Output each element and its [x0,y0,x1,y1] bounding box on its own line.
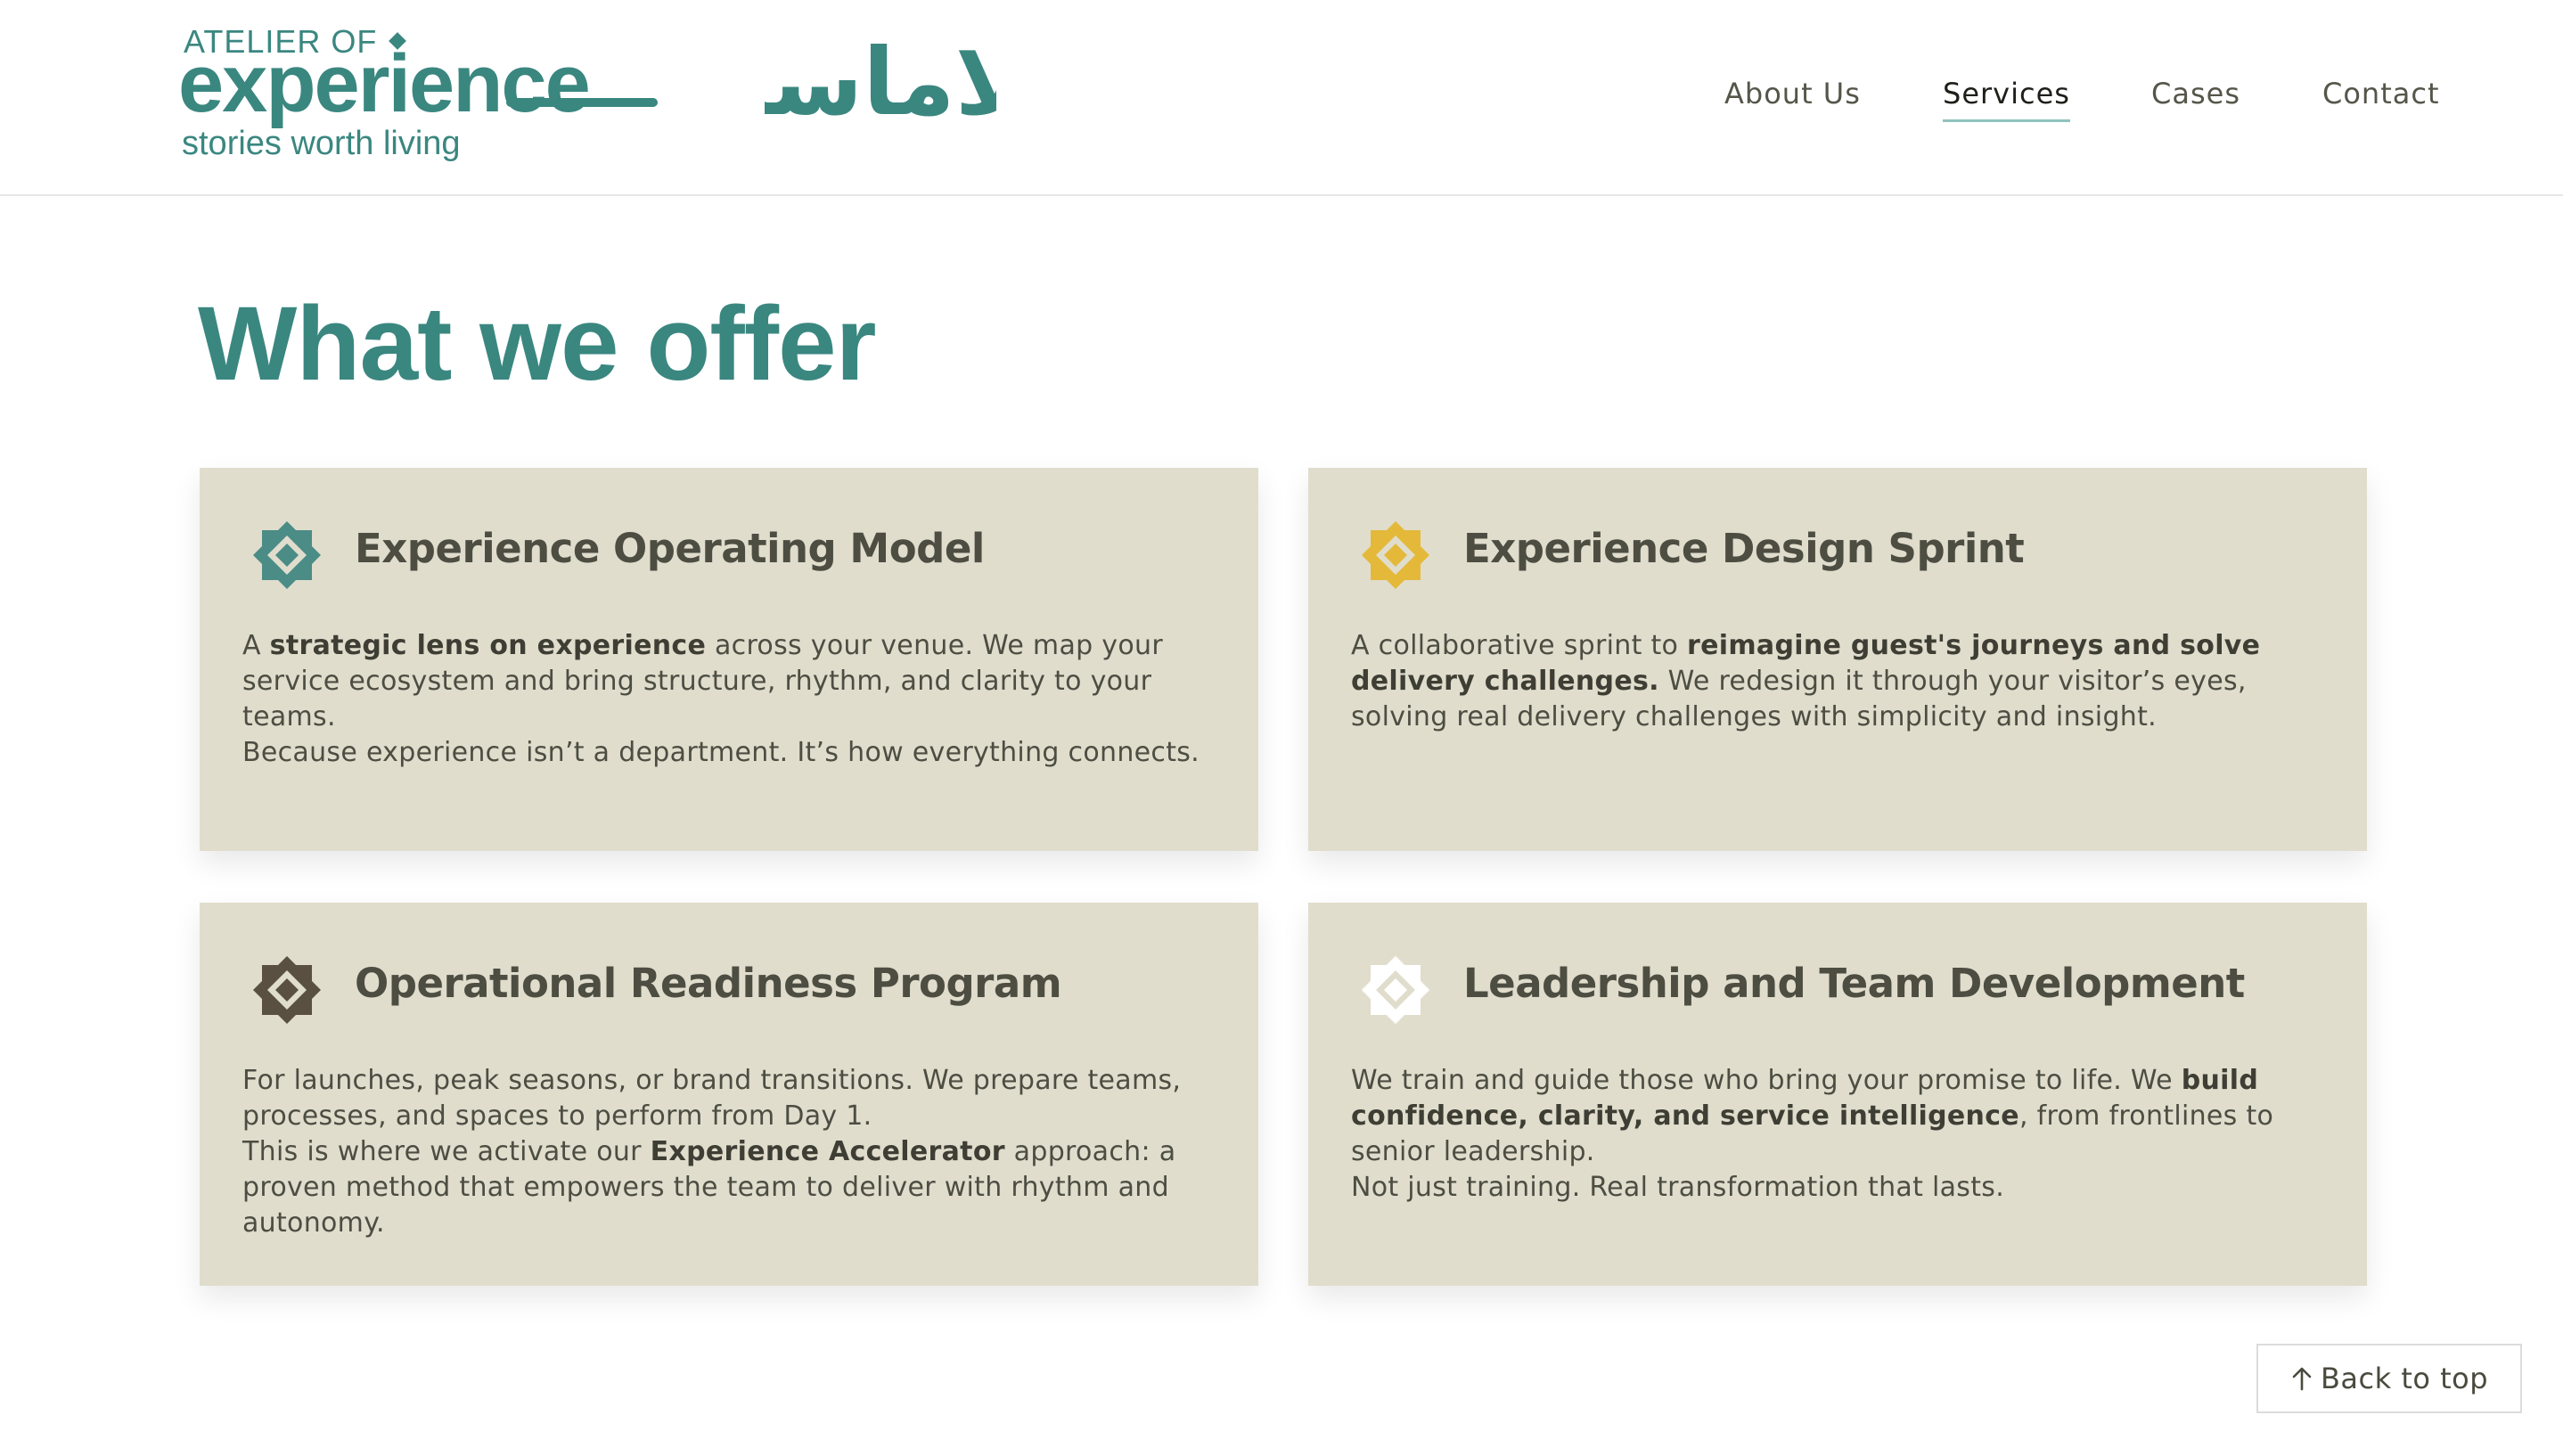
site-header: ATELIER OF experience stories worth livi… [0,0,2563,196]
arrow-up-icon [2292,1367,2312,1391]
nav-services[interactable]: Services [1943,77,2070,122]
card-text: A [242,630,270,661]
card-paragraph: For launches, peak seasons, or brand tra… [242,1063,1223,1134]
back-to-top-button[interactable]: Back to top [2256,1344,2522,1413]
card-description: A strategic lens on experience across yo… [242,628,1223,771]
card-text-bold: Experience Accelerator [650,1136,1005,1167]
logo-tagline: stories worth living [182,125,461,162]
page-title: What we offer [198,285,877,403]
card-paragraph: A collaborative sprint to reimagine gues… [1351,628,2331,735]
back-to-top-label: Back to top [2320,1362,2489,1395]
diamond-gold-icon [1362,521,1429,589]
card-title: Experience Design Sprint [1463,525,2025,572]
card-paragraph: Because experience isn’t a department. I… [242,735,1223,771]
card-description: For launches, peak seasons, or brand tra… [242,1063,1223,1241]
card-paragraph: We train and guide those who bring your … [1351,1063,2331,1170]
service-card: Leadership and Team Development We train… [1308,903,2367,1286]
card-text: This is where we activate our [242,1136,651,1167]
card-text: Because experience isn’t a department. I… [242,737,1200,768]
nav-about-us[interactable]: About Us [1724,77,1861,110]
card-title: Experience Operating Model [355,525,985,572]
card-text: For launches, peak seasons, or brand tra… [242,1065,1182,1132]
brand-logo[interactable]: ATELIER OF experience stories worth livi… [178,20,677,171]
card-title: Operational Readiness Program [355,960,1062,1007]
card-description: We train and guide those who bring your … [1351,1063,2331,1206]
card-title: Leadership and Team Development [1463,960,2245,1007]
card-description: A collaborative sprint to reimagine gues… [1351,628,2331,735]
card-text-bold: strategic lens on experience [269,630,707,661]
diamond-brown-icon [253,956,321,1024]
card-text: Not just training. Real transformation t… [1351,1172,2005,1203]
card-text: A collaborative sprint to [1351,630,1688,661]
arabic-logo[interactable]: لاماسا [765,25,996,141]
diamond-white-icon [1361,955,1430,1025]
diamond-teal-icon [253,521,321,589]
nav-contact[interactable]: Contact [2322,77,2440,110]
card-paragraph: A strategic lens on experience across yo… [242,628,1223,735]
service-card: Experience Operating Model A strategic l… [200,468,1258,851]
arabic-logo-text: لاماسا [765,28,996,136]
card-paragraph: This is where we activate our Experience… [242,1134,1223,1241]
logo-underline [506,98,658,107]
card-text: We train and guide those who bring your … [1351,1065,2182,1096]
service-card: Operational Readiness Program For launch… [200,903,1258,1286]
card-paragraph: Not just training. Real transformation t… [1351,1170,2331,1206]
logo-wordmark: experience [178,38,591,129]
service-card: Experience Design Sprint A collaborative… [1308,468,2367,851]
nav-cases[interactable]: Cases [2151,77,2240,110]
